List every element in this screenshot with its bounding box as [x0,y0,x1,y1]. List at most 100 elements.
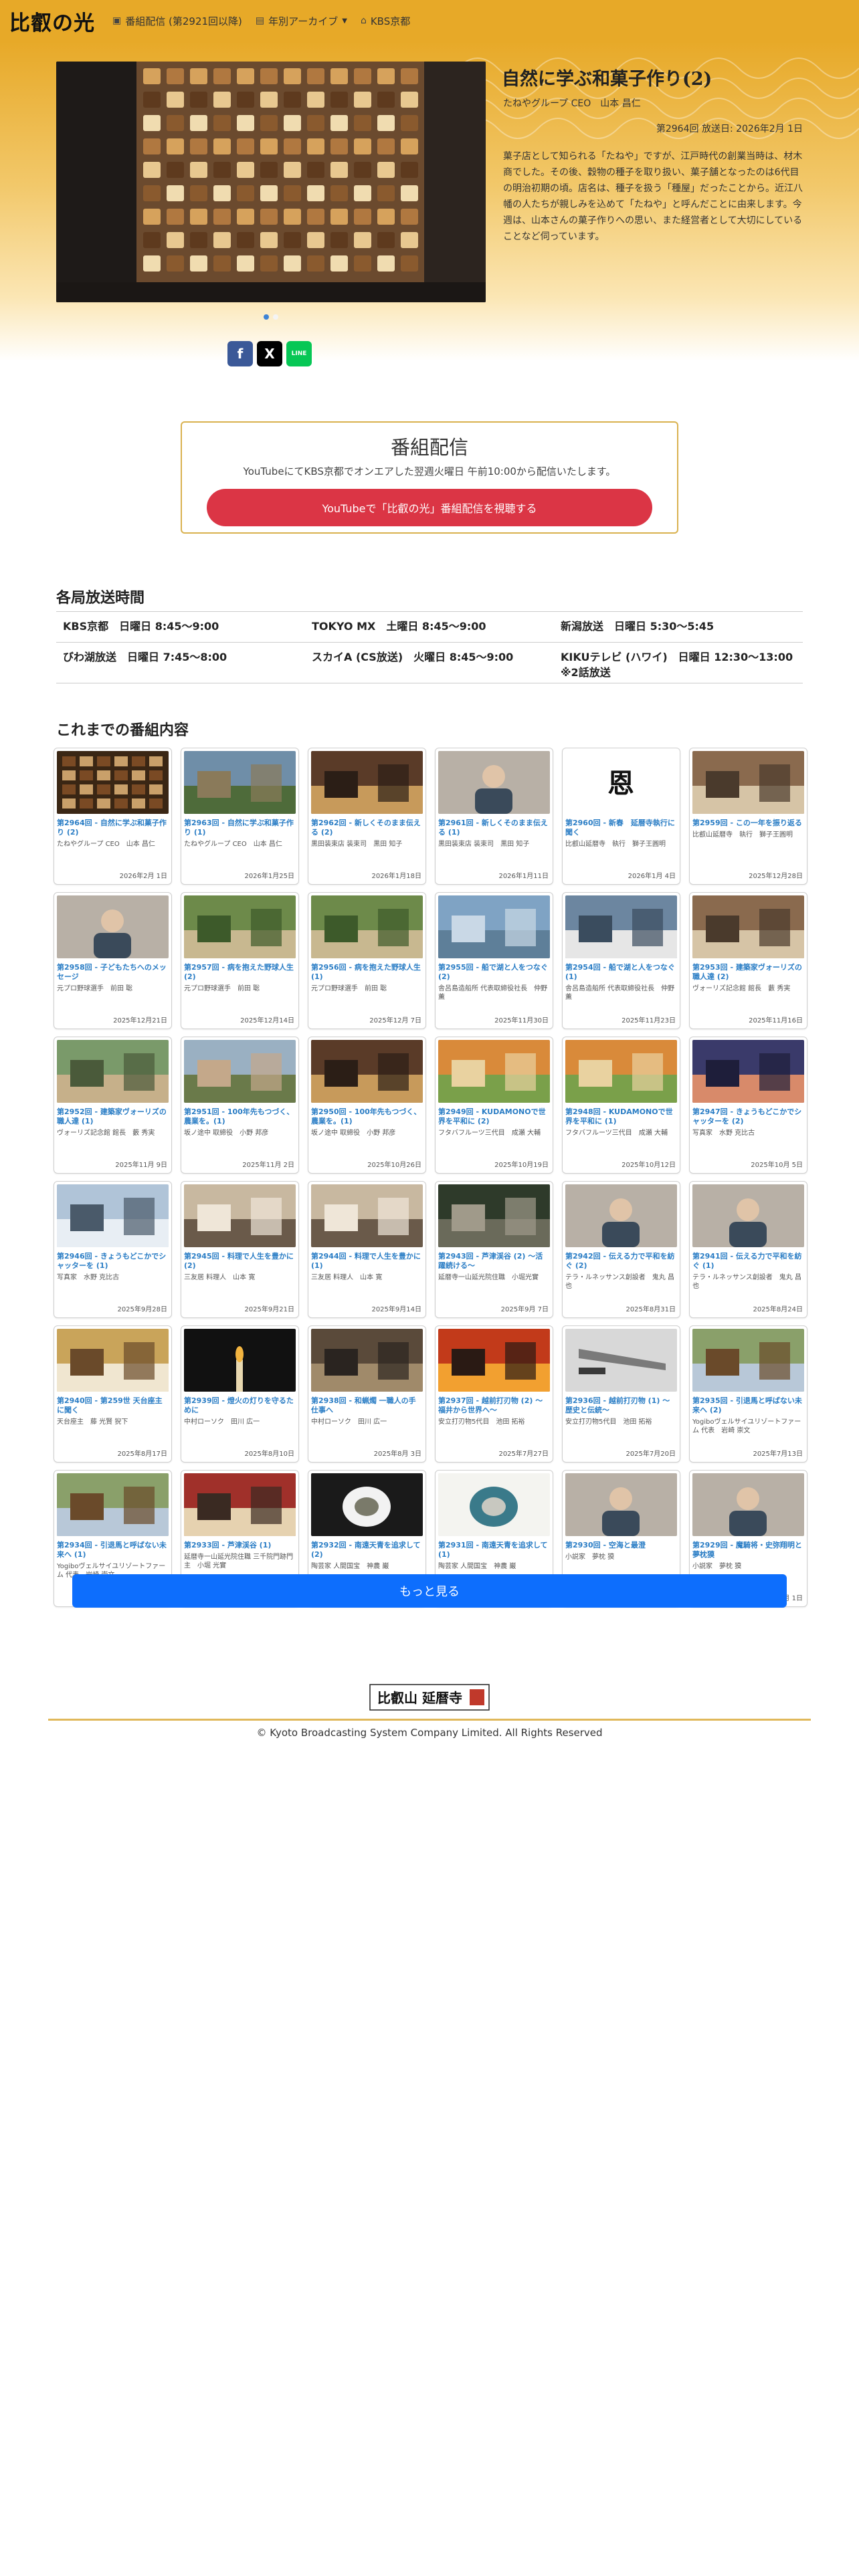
episode-thumbnail[interactable] [565,1040,677,1103]
x-share-button[interactable]: X [257,341,282,366]
episode-thumbnail[interactable] [438,1040,550,1103]
episode-thumbnail[interactable] [311,1329,423,1392]
episode-thumbnail[interactable] [57,1184,169,1247]
episode-thumbnail[interactable] [184,1040,296,1103]
nav-link-kbs[interactable]: ⌂ KBS京都 [361,14,410,28]
episode-title[interactable]: 第2929回 - 魔騎将・史弥翔明と夢枕獏 [692,1541,804,1560]
episode-card[interactable]: 第2935回 - 引退馬と呼ばない未来へ (2) Yogiboヴェルサイユリゾート… [689,1325,807,1463]
episode-thumbnail[interactable] [692,1473,804,1536]
episode-card[interactable]: 第2959回 - この一年を振り返る 比叡山延暦寺 執行 獅子王圓明 2025年12… [689,748,807,885]
episode-title[interactable]: 第2961回 - 新しくそのまま伝える (1) [438,819,550,837]
episode-card[interactable]: 第2937回 - 越前打刃物 (2) 〜福井から世界へ〜 安立打刃物5代目 池田 … [435,1325,553,1463]
site-logo[interactable]: 比叡の光 [9,6,95,36]
episode-thumbnail[interactable] [184,1473,296,1536]
episode-title[interactable]: 第2936回 - 越前打刃物 (1) 〜歴史と伝統〜 [565,1396,677,1415]
nav-link-archive[interactable]: ▤ 年別アーカイブ ▼ [256,14,347,28]
episode-title[interactable]: 第2937回 - 越前打刃物 (2) 〜福井から世界へ〜 [438,1396,550,1415]
episode-card[interactable]: 第2936回 - 越前打刃物 (1) 〜歴史と伝統〜 安立打刃物5代目 池田 拓裕… [562,1325,680,1463]
episode-title[interactable]: 第2931回 - 南遠天青を追求して (1) [438,1541,550,1560]
episode-thumbnail[interactable] [57,1473,169,1536]
episode-title[interactable]: 第2943回 - 芦津渓谷 (2) 〜活躍続ける〜 [438,1252,550,1271]
episode-title[interactable]: 第2964回 - 自然に学ぶ和菓子作り (2) [57,819,169,837]
episode-card[interactable]: 第2962回 - 新しくそのまま伝える (2) 黒田装束店 装束司 黒田 知子 20… [308,748,426,885]
episode-title[interactable]: 第2953回 - 建築家ヴォーリズの職人達 (2) [692,963,804,982]
episode-title[interactable]: 第2932回 - 南遠天青を追求して (2) [311,1541,423,1560]
carousel-dot[interactable] [264,314,269,320]
episode-title[interactable]: 第2960回 - 新春 延暦寺執行に聞く [565,819,677,837]
episode-title[interactable]: 第2962回 - 新しくそのまま伝える (2) [311,819,423,837]
facebook-share-button[interactable]: f [227,341,253,366]
episode-card[interactable]: 第2955回 - 船で湖と人をつなぐ (2) 舎呂島造船所 代表取締役社長 仲野 … [435,892,553,1029]
episode-card[interactable]: 第2944回 - 料理で人生を豊かに (1) 三友居 料理人 山本 寛 2025年9… [308,1181,426,1318]
episode-title[interactable]: 第2951回 - 100年先もつづく、農業を。(1) [184,1107,296,1126]
episode-card[interactable]: 第2952回 - 建築家ヴォーリズの職人達 (1) ヴォーリズ記念館 館長 藪 秀… [54,1037,172,1174]
episode-title[interactable]: 第2954回 - 船で湖と人をつなぐ (1) [565,963,677,982]
episode-title[interactable]: 第2959回 - この一年を振り返る [692,819,804,828]
episode-title[interactable]: 第2933回 - 芦津渓谷 (1) [184,1541,296,1550]
episode-thumbnail[interactable] [565,1184,677,1247]
episode-card[interactable]: 第2946回 - きょうもどこかでシャッターを (1) 写真家 水野 克比古 202… [54,1181,172,1318]
episode-thumbnail[interactable] [184,895,296,958]
episode-title[interactable]: 第2934回 - 引退馬と呼ばない未来へ (1) [57,1541,169,1560]
episode-thumbnail[interactable] [692,1329,804,1392]
episode-card[interactable]: 恩第2960回 - 新春 延暦寺執行に聞く 比叡山延暦寺 執行 獅子王圓明 2026… [562,748,680,885]
load-more-button[interactable]: もっと見る [72,1574,787,1608]
episode-title[interactable]: 第2948回 - KUDAMONOで世界を平和に (1) [565,1107,677,1126]
episode-title[interactable]: 第2952回 - 建築家ヴォーリズの職人達 (1) [57,1107,169,1126]
episode-thumbnail[interactable] [438,895,550,958]
episode-card[interactable]: 第2964回 - 自然に学ぶ和菓子作り (2) たねやグループ CEO 山本 昌仁… [54,748,172,885]
episode-card[interactable]: 第2957回 - 病を抱えた野球人生 (2) 元プロ野球選手 前田 聡 2025年1… [181,892,299,1029]
episode-title[interactable]: 第2939回 - 燈火の灯りを守るために [184,1396,296,1415]
episode-title[interactable]: 第2930回 - 空海と最澄 [565,1541,677,1550]
episode-title[interactable]: 第2963回 - 自然に学ぶ和菓子作り (1) [184,819,296,837]
episode-thumbnail[interactable] [311,1473,423,1536]
episode-thumbnail[interactable] [311,751,423,814]
episode-thumbnail[interactable] [438,1473,550,1536]
episode-title[interactable]: 第2941回 - 伝える力で平和を紡ぐ (1) [692,1252,804,1271]
episode-card[interactable]: 第2943回 - 芦津渓谷 (2) 〜活躍続ける〜 延暦寺一山延光院住職 小堀光實… [435,1181,553,1318]
episode-title[interactable]: 第2940回 - 第259世 天台座主に聞く [57,1396,169,1415]
episode-thumbnail[interactable] [57,1329,169,1392]
episode-title[interactable]: 第2949回 - KUDAMONOで世界を平和に (2) [438,1107,550,1126]
episode-title[interactable]: 第2957回 - 病を抱えた野球人生 (2) [184,963,296,982]
episode-thumbnail[interactable] [57,1040,169,1103]
episode-thumbnail[interactable] [184,751,296,814]
episode-title[interactable]: 第2942回 - 伝える力で平和を紡ぐ (2) [565,1252,677,1271]
episode-thumbnail[interactable]: 恩 [565,751,677,814]
episode-card[interactable]: 第2940回 - 第259世 天台座主に聞く 天台座主 藤 光賢 猊下 2025年8… [54,1325,172,1463]
episode-card[interactable]: 第2954回 - 船で湖と人をつなぐ (1) 舎呂島造船所 代表取締役社長 仲野 … [562,892,680,1029]
episode-thumbnail[interactable] [692,1184,804,1247]
episode-thumbnail[interactable] [692,1040,804,1103]
episode-thumbnail[interactable] [438,1184,550,1247]
episode-thumbnail[interactable] [438,1329,550,1392]
enryakuji-logo[interactable]: 比叡山 延暦寺 [369,1684,490,1711]
episode-thumbnail[interactable] [311,895,423,958]
episode-thumbnail[interactable] [692,751,804,814]
episode-title[interactable]: 第2935回 - 引退馬と呼ばない未来へ (2) [692,1396,804,1415]
episode-thumbnail[interactable] [57,751,169,814]
episode-thumbnail[interactable] [692,895,804,958]
episode-title[interactable]: 第2944回 - 料理で人生を豊かに (1) [311,1252,423,1271]
line-share-button[interactable]: LINE [286,341,312,366]
featured-episode-image[interactable] [56,62,486,302]
episode-thumbnail[interactable] [184,1329,296,1392]
episode-card[interactable]: 第2958回 - 子どもたちへのメッセージ 元プロ野球選手 前田 聡 2025年12… [54,892,172,1029]
episode-title[interactable]: 第2947回 - きょうもどこかでシャッターを (2) [692,1107,804,1126]
episode-thumbnail[interactable] [565,1329,677,1392]
episode-thumbnail[interactable] [438,751,550,814]
episode-card[interactable]: 第2949回 - KUDAMONOで世界を平和に (2) フタバフルーツ三代目 成… [435,1037,553,1174]
episode-card[interactable]: 第2948回 - KUDAMONOで世界を平和に (1) フタバフルーツ三代目 成… [562,1037,680,1174]
carousel-dot[interactable] [273,314,278,320]
episode-card[interactable]: 第2945回 - 料理で人生を豊かに (2) 三友居 料理人 山本 寛 2025年9… [181,1181,299,1318]
nav-link-streaming[interactable]: ▣ 番組配信 (第2921回以降) [112,14,242,28]
episode-card[interactable]: 第2956回 - 病を抱えた野球人生 (1) 元プロ野球選手 前田 聡 2025年1… [308,892,426,1029]
episode-thumbnail[interactable] [565,895,677,958]
episode-title[interactable]: 第2956回 - 病を抱えた野球人生 (1) [311,963,423,982]
episode-thumbnail[interactable] [184,1184,296,1247]
episode-card[interactable]: 第2963回 - 自然に学ぶ和菓子作り (1) たねやグループ CEO 山本 昌仁… [181,748,299,885]
episode-title[interactable]: 第2950回 - 100年先もつづく、農業を。(1) [311,1107,423,1126]
episode-card[interactable]: 第2941回 - 伝える力で平和を紡ぐ (1) テラ・ルネッサンス創設者 鬼丸 昌… [689,1181,807,1318]
episode-card[interactable]: 第2950回 - 100年先もつづく、農業を。(1) 坂ノ途中 取締役 小野 邦彦… [308,1037,426,1174]
episode-thumbnail[interactable] [311,1040,423,1103]
episode-card[interactable]: 第2942回 - 伝える力で平和を紡ぐ (2) テラ・ルネッサンス創設者 鬼丸 昌… [562,1181,680,1318]
